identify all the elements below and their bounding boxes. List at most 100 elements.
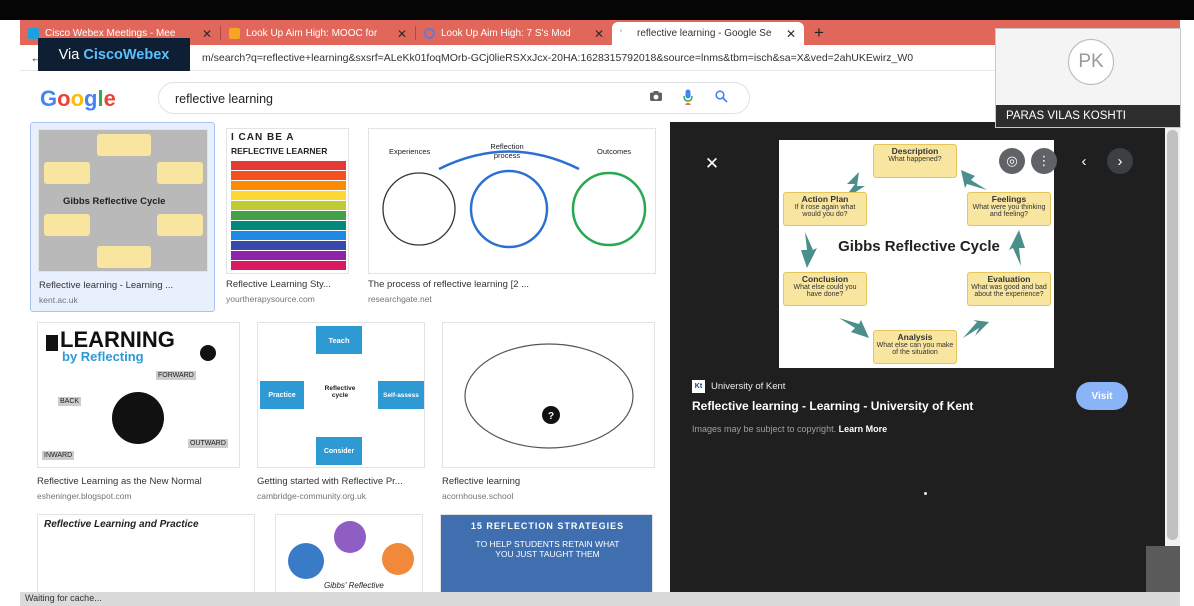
microphone-icon[interactable] [683, 89, 693, 108]
preview-image[interactable]: Description What happened? Feelings What… [779, 140, 1054, 368]
diagram-box [44, 162, 90, 184]
more-options-icon[interactable]: ⋮ [1031, 148, 1057, 174]
image-result-gibbs-circles[interactable]: Gibbs' Reflective [275, 514, 425, 592]
google-logo[interactable]: Google [40, 86, 116, 112]
next-arrow-icon[interactable]: › [1107, 148, 1133, 174]
result-thumbnail[interactable]: Experiences Reflection process Outcomes [368, 128, 656, 274]
image-result-practice[interactable]: Reflective Learning and Practice [37, 514, 257, 592]
logo-letter: g [84, 86, 98, 111]
result-thumbnail[interactable]: Reflective Learning and Practice [37, 514, 255, 592]
result-caption[interactable]: Reflective learning - Learning ... [39, 280, 173, 291]
close-icon[interactable]: ✕ [594, 27, 604, 41]
close-icon[interactable]: ✕ [202, 27, 212, 41]
logo-letter: G [40, 86, 58, 111]
diagram-box [157, 162, 203, 184]
result-caption[interactable]: Reflective learning [442, 476, 520, 487]
stage-subtitle: What happened? [888, 156, 942, 163]
participant-tile: PK PARAS VILAS KOSHTI [995, 28, 1181, 128]
stage-feelings: Feelings What were you thinking and feel… [967, 192, 1051, 226]
search-query: reflective learning [175, 92, 273, 106]
result-source[interactable]: cambridge-community.org.uk [257, 491, 366, 501]
image-result-esheninger[interactable]: LEARNING by Reflecting FORWARD BACK INWA… [37, 322, 242, 502]
diagram-box [97, 134, 151, 156]
logo-letter: o [57, 86, 71, 111]
result-caption[interactable]: The process of reflective learning [2 ..… [368, 279, 529, 290]
logo-letter: e [103, 86, 116, 111]
result-caption[interactable]: Reflective Learning as the New Normal [37, 476, 202, 487]
result-source[interactable]: acornhouse.school [442, 491, 513, 501]
site-favicon-icon: Kt [692, 380, 705, 393]
result-thumbnail[interactable]: 15 REFLECTION STRATEGIES TO HELP STUDENT… [440, 514, 653, 592]
logo-letter: o [70, 86, 85, 111]
result-thumbnail[interactable]: LEARNING by Reflecting FORWARD BACK INWA… [37, 322, 240, 468]
tab-title: reflective learning - Google Se [637, 28, 772, 39]
stage-title: Analysis [897, 332, 933, 342]
url-text[interactable]: m/search?q=reflective+learning&sxsrf=ALe… [202, 52, 1002, 64]
scrollbar-thumb[interactable] [1167, 130, 1178, 540]
learn-more-link[interactable]: Learn More [839, 424, 888, 434]
color-stripes [231, 161, 346, 270]
stage-subtitle: What were you thinking and feeling? [972, 204, 1046, 218]
image-results-grid: Gibbs Reflective Cycle Reflective learni… [20, 122, 670, 592]
cycle-self-assess: Self-assess [378, 381, 424, 409]
new-tab-button[interactable]: + [814, 23, 824, 43]
result-source[interactable]: yourtherapysource.com [226, 294, 315, 304]
result-thumbnail[interactable]: Gibbs Reflective Cycle [38, 129, 208, 272]
thumbnail-title: Reflective Learning and Practice [44, 519, 199, 530]
image-result-therapy[interactable]: I CAN BE A REFLECTIVE LEARNER Reflective… [226, 122, 351, 312]
site-name: University of Kent [711, 381, 786, 392]
stage-subtitle: What was good and bad about the experien… [971, 284, 1047, 298]
webex-badge: Via CiscoWebex [38, 38, 190, 71]
image-result-cambridge[interactable]: Teach Practice Reflective cycle Self-ass… [257, 322, 427, 502]
result-caption[interactable]: Getting started with Reflective Pr... [257, 476, 403, 487]
stage-evaluation: Evaluation What was good and bad about t… [967, 272, 1051, 306]
result-thumbnail[interactable]: I CAN BE A REFLECTIVE LEARNER [226, 128, 349, 274]
camera-icon[interactable] [649, 90, 663, 105]
thumbnail-caption: Gibbs' Reflective [324, 581, 384, 590]
result-source[interactable]: esheninger.blogspot.com [37, 491, 132, 501]
thumbnail-subtitle: TO HELP STUDENTS RETAIN WHAT YOU JUST TA… [475, 539, 620, 559]
tab-title: Look Up Aim High: MOOC for [246, 28, 378, 39]
image-preview-panel: ✕ Description What happened? Feelings Wh… [670, 122, 1165, 592]
copyright-text: Images may be subject to copyright. [692, 424, 837, 434]
corner-overlay [1146, 546, 1180, 592]
close-icon[interactable]: ✕ [786, 27, 796, 41]
tab-google-search[interactable]: ʻ reflective learning - Google Se ✕ [612, 22, 804, 45]
copyright-note: Images may be subject to copyright. Lear… [692, 424, 887, 434]
result-thumbnail[interactable]: Gibbs' Reflective [275, 514, 423, 592]
result-caption[interactable]: Reflective Learning Sty... [226, 279, 331, 290]
stage-description: Description What happened? [873, 144, 957, 178]
image-result-acornhouse[interactable]: ? Reflective learning acornhouse.school [442, 322, 657, 502]
loading-dot [924, 492, 927, 495]
preview-site[interactable]: Kt University of Kent [692, 380, 785, 393]
previous-arrow-icon[interactable]: ‹ [1071, 148, 1097, 174]
search-icon[interactable] [715, 90, 728, 106]
image-result-strategies[interactable]: 15 REFLECTION STRATEGIES TO HELP STUDENT… [440, 514, 655, 592]
close-icon[interactable]: ✕ [699, 151, 725, 177]
diagram-box [97, 246, 151, 268]
result-source[interactable]: researchgate.net [368, 294, 432, 304]
result-thumbnail[interactable]: ? [442, 322, 655, 468]
image-result-kent[interactable]: Gibbs Reflective Cycle Reflective learni… [30, 122, 215, 312]
stage-title: Description [891, 146, 939, 156]
visit-button[interactable]: Visit [1076, 382, 1128, 410]
top-black-band [0, 0, 1194, 20]
image-result-researchgate[interactable]: Experiences Reflection process Outcomes … [368, 122, 658, 312]
cycle-consider: Consider [316, 437, 362, 465]
thumbnail-title: 15 REFLECTION STRATEGIES [470, 521, 625, 531]
webex-prefix: Via [58, 46, 84, 63]
tab-7s-model[interactable]: Look Up Aim High: 7 S's Mod ✕ [416, 22, 612, 45]
stage-title: Feelings [991, 194, 1027, 204]
close-icon[interactable]: ✕ [397, 27, 407, 41]
tab-mooc[interactable]: Look Up Aim High: MOOC for ✕ [221, 22, 415, 45]
mooc-favicon-icon [229, 28, 240, 39]
lens-icon[interactable]: ◎ [999, 148, 1025, 174]
preview-title[interactable]: Reflective learning - Learning - Univers… [692, 399, 973, 413]
thumbnail-title: Gibbs Reflective Cycle [63, 196, 166, 207]
result-source[interactable]: kent.ac.uk [39, 295, 78, 305]
result-thumbnail[interactable]: Teach Practice Reflective cycle Self-ass… [257, 322, 425, 468]
diagram-box [157, 214, 203, 236]
webex-brand: CiscoWebex [83, 46, 170, 63]
loading-spinner-icon [424, 28, 435, 39]
search-input[interactable]: reflective learning [158, 82, 750, 114]
